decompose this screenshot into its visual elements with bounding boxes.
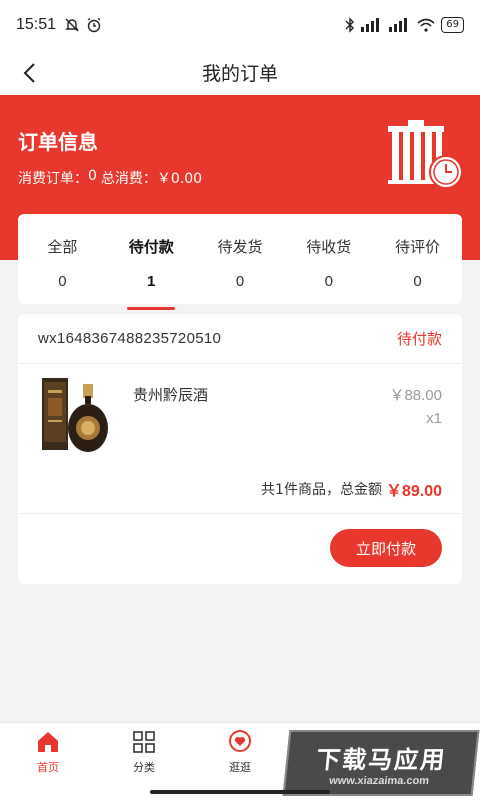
- bottom-nav-category[interactable]: 分类: [96, 723, 192, 800]
- store-clock-icon: [388, 120, 463, 189]
- total-value: ￥0.00: [156, 171, 203, 187]
- order-info-title: 订单信息: [18, 130, 98, 154]
- status-bar: 15:51 69: [0, 0, 480, 50]
- product-name: 贵州黔辰酒: [133, 386, 209, 404]
- status-time: 15:51: [16, 16, 57, 33]
- active-tab-indicator: [127, 307, 176, 310]
- order-item[interactable]: 贵州黔辰酒 ￥88.00 x1: [18, 364, 462, 464]
- alarm-icon: [87, 17, 101, 33]
- tab-pending-shipment[interactable]: 待发货 0: [196, 214, 285, 304]
- tab-pending-review[interactable]: 待评价 0: [373, 214, 462, 304]
- order-total-amount: ￥89.00: [385, 482, 442, 500]
- total-label: 总消费：: [100, 171, 157, 187]
- product-image: [42, 378, 108, 452]
- order-status-tabs: 全部 0 待付款 1 待发货 0 待收货 0 待评价 0: [18, 214, 462, 310]
- order-number: wx1648367488235720510: [38, 330, 222, 347]
- wifi-icon: [417, 18, 435, 32]
- order-header: wx1648367488235720510 待付款: [18, 314, 462, 364]
- heart-bubble-icon: [229, 730, 251, 752]
- back-button[interactable]: [14, 58, 44, 88]
- product-price: ￥88.00: [389, 387, 442, 404]
- order-card[interactable]: wx1648367488235720510 待付款 贵州黔辰酒 ￥88.00 x…: [18, 314, 462, 584]
- home-indicator: [150, 790, 330, 794]
- order-info-summary: 消费订单： 0 总消费： ￥0.00: [18, 168, 202, 188]
- page-title: 我的订单: [201, 63, 278, 85]
- tab-pending-receipt[interactable]: 待收货 0: [284, 214, 373, 304]
- home-icon: [38, 732, 58, 752]
- mute-bell-icon: [65, 18, 79, 32]
- product-quantity: x1: [426, 410, 442, 427]
- signal-icon: [361, 18, 380, 32]
- signal-icon-2: [389, 18, 408, 32]
- watermark-logo: 下载马应用 www.xiazaima.com: [282, 730, 480, 796]
- tab-all[interactable]: 全部 0: [18, 214, 107, 304]
- order-summary-text: 共1件商品，总金额: [261, 481, 382, 498]
- order-actions: 立即付款: [18, 514, 462, 582]
- tab-pending-payment[interactable]: 待付款 1: [107, 214, 196, 310]
- bottom-nav-home[interactable]: 首页: [0, 723, 96, 800]
- bluetooth-icon: [345, 17, 355, 33]
- chevron-left-icon: [23, 63, 35, 83]
- battery-indicator: 69: [441, 17, 464, 33]
- bottom-nav-browse[interactable]: 逛逛: [192, 723, 288, 800]
- pay-now-button[interactable]: 立即付款: [330, 529, 442, 567]
- orders-label: 消费订单：: [18, 171, 88, 187]
- grid-icon: [133, 731, 155, 753]
- order-summary: 共1件商品，总金额 ￥89.00: [18, 464, 462, 514]
- order-status: 待付款: [396, 330, 442, 348]
- nav-bar: 我的订单: [0, 50, 480, 95]
- orders-count: 0: [88, 168, 97, 184]
